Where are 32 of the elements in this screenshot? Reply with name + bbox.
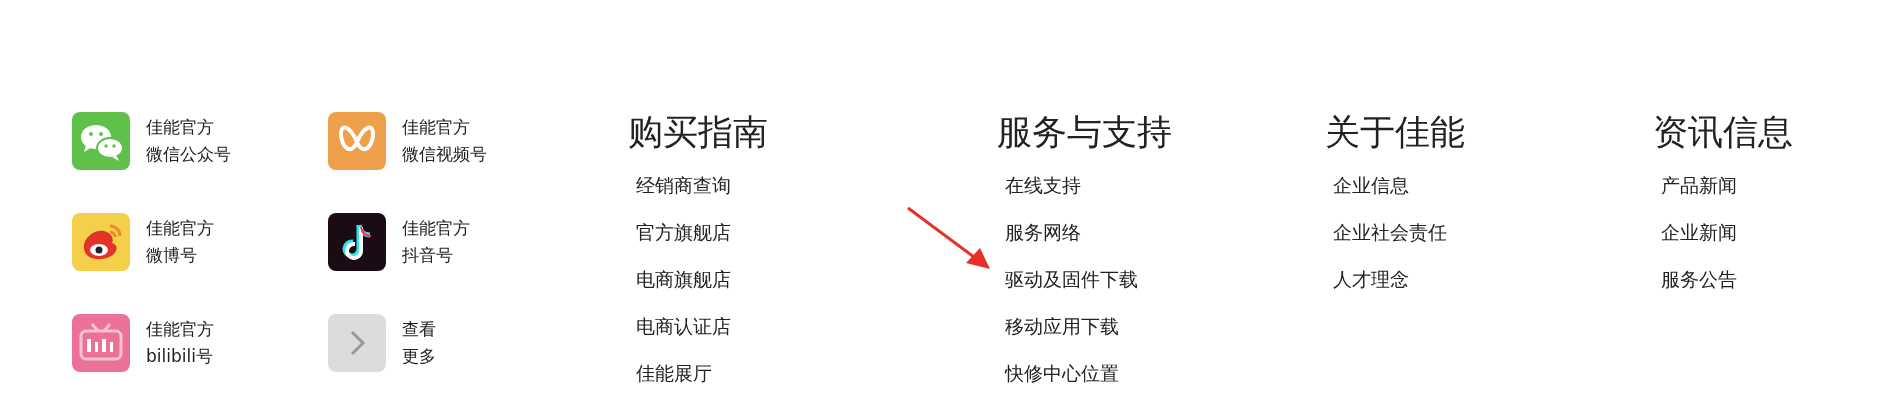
eye-icon <box>72 213 130 271</box>
footer-link[interactable]: 官方旗舰店 <box>628 209 997 256</box>
chevron-right-icon <box>328 314 386 372</box>
footer-link[interactable]: 快修中心位置 <box>997 350 1325 397</box>
footer-link[interactable]: 电商认证店 <box>628 303 997 350</box>
butterfly-icon <box>328 112 386 170</box>
social-account-link[interactable]: 佳能官方 抖音号 <box>328 213 584 271</box>
footer-link[interactable]: 服务公告 <box>1653 256 1873 303</box>
column-heading: 关于佳能 <box>1325 111 1466 154</box>
column-heading: 购买指南 <box>628 111 769 154</box>
social-account-link[interactable]: 佳能官方 微信公众号 <box>72 112 328 170</box>
footer-link[interactable]: 人才理念 <box>1325 256 1653 303</box>
footer-link[interactable]: 服务网络 <box>997 209 1325 256</box>
tv-icon <box>72 314 130 372</box>
column-heading: 服务与支持 <box>997 111 1173 154</box>
footer-link[interactable]: 经销商查询 <box>628 162 997 209</box>
music-note-icon <box>328 213 386 271</box>
footer-link[interactable]: 企业新闻 <box>1653 209 1873 256</box>
footer-link[interactable]: 在线支持 <box>997 162 1325 209</box>
footer-link[interactable]: 移动应用下载 <box>997 303 1325 350</box>
footer-link[interactable]: 驱动及固件下载 <box>997 256 1325 303</box>
social-account-link[interactable]: 佳能官方 微信视频号 <box>328 112 584 170</box>
chat-bubbles-icon <box>72 112 130 170</box>
footer-link[interactable]: 产品新闻 <box>1653 162 1873 209</box>
footer-link[interactable]: 企业社会责任 <box>1325 209 1653 256</box>
social-account-link[interactable]: 查看 更多 <box>328 314 584 372</box>
footer-link[interactable]: 企业信息 <box>1325 162 1653 209</box>
footer-link[interactable]: 电商旗舰店 <box>628 256 997 303</box>
footer-link[interactable]: 佳能展厅 <box>628 350 997 397</box>
social-account-link[interactable]: 佳能官方 微博号 <box>72 213 328 271</box>
column-heading: 资讯信息 <box>1653 111 1794 154</box>
social-account-link[interactable]: 佳能官方 bilibili号 <box>72 314 328 372</box>
